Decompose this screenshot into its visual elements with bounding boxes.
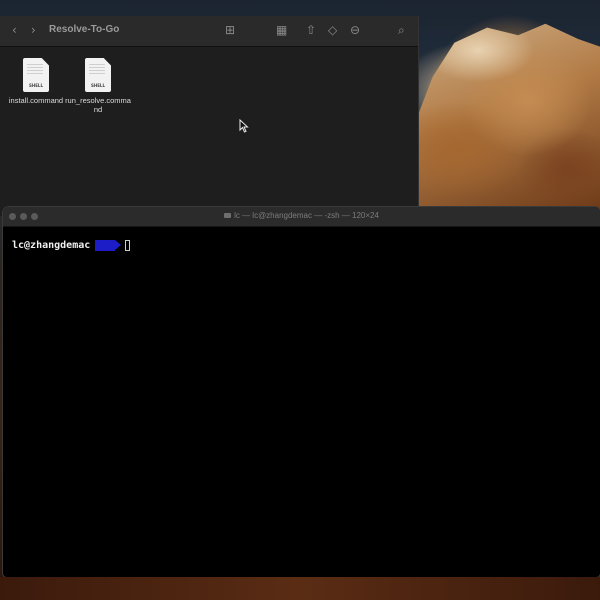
folder-icon <box>224 213 232 219</box>
finder-window[interactable]: ‹ › Resolve-To-Go ⊞ ▦ ⇧ ◇ ⊖ ⌕ SHELL inst… <box>0 16 419 216</box>
file-run-resolve-command[interactable]: SHELL run_resolve.command <box>63 58 133 114</box>
terminal-titlebar[interactable]: lc — lc@zhangdemac — -zsh — 120×24 <box>3 207 600 227</box>
view-options-icon[interactable]: ⊞ <box>225 23 235 37</box>
shell-script-icon: SHELL <box>85 58 111 92</box>
prompt-user-host: lc@zhangdemac <box>12 240 91 251</box>
action-menu-icon[interactable]: ⊖ <box>350 23 360 37</box>
text-cursor[interactable] <box>125 240 131 251</box>
file-type-label: SHELL <box>90 83 106 88</box>
back-button[interactable]: ‹ <box>12 23 17 37</box>
file-name: run_resolve.command <box>65 96 131 114</box>
share-icon[interactable]: ⇧ <box>306 23 316 37</box>
search-icon[interactable]: ⌕ <box>398 23 405 38</box>
file-install-command[interactable]: SHELL install.command <box>1 58 71 105</box>
terminal-content[interactable]: lc@zhangdemac <box>3 227 600 577</box>
prompt-powerline-segment <box>95 240 122 251</box>
forward-button[interactable]: › <box>31 23 36 37</box>
terminal-window[interactable]: lc — lc@zhangdemac — -zsh — 120×24 lc@zh… <box>3 207 600 577</box>
terminal-window-title: lc — lc@zhangdemac — -zsh — 120×24 <box>3 211 600 220</box>
finder-file-area: SHELL install.command SHELL run_resolve.… <box>0 46 418 216</box>
file-type-label: SHELL <box>28 83 44 88</box>
terminal-title-text: lc — lc@zhangdemac — -zsh — 120×24 <box>234 211 379 220</box>
file-name: install.command <box>8 96 64 105</box>
group-icon[interactable]: ▦ <box>276 23 287 37</box>
arrow-pointer-icon <box>239 119 249 133</box>
prompt-line: lc@zhangdemac <box>12 240 131 251</box>
wallpaper-bottom-strip <box>0 577 600 600</box>
finder-toolbar: ‹ › Resolve-To-Go ⊞ ▦ ⇧ ◇ ⊖ ⌕ <box>0 16 418 47</box>
shell-script-icon: SHELL <box>23 58 49 92</box>
finder-window-title: Resolve-To-Go <box>49 24 120 35</box>
tag-icon[interactable]: ◇ <box>328 23 337 37</box>
